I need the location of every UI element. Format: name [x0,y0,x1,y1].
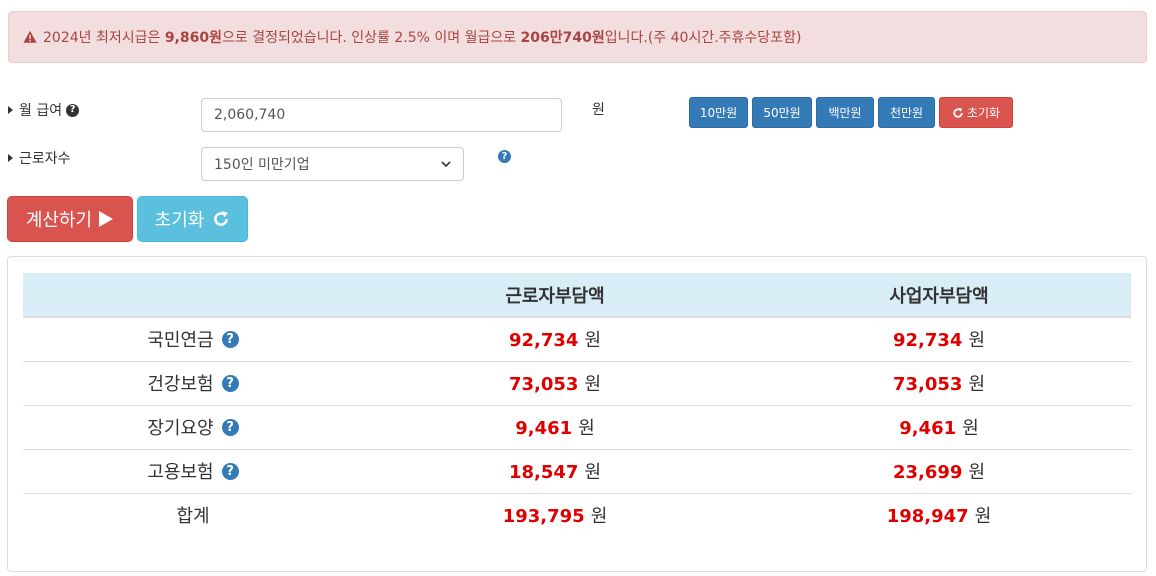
table-row-total: 합계 193,795 원 198,947 원 [23,492,1131,537]
refresh-icon [953,107,963,118]
unit-won: 원 [968,330,986,352]
worker-amount: 92,734 [508,330,579,352]
employer-amount-cell: 92,734 원 [747,317,1131,361]
reset-button[interactable]: 초기화 [137,196,248,242]
row-label-cell: 고용보험? [23,448,363,493]
employer-amount: 73,053 [892,374,963,395]
worker-amount-cell: 9,461 원 [363,404,747,449]
unit-won: 원 [584,330,602,352]
employer-total-amount: 198,947 [886,506,969,528]
reset-label: 초기화 [154,210,205,231]
worker-amount: 73,053 [508,374,579,395]
header-worker: 근로자부담액 [363,273,747,318]
question-circle-icon[interactable]: ? [221,374,239,392]
header-blank [23,273,363,318]
unit-won: 원 [962,418,979,439]
caret-right-icon [8,154,13,162]
unit-won: 원 [584,374,602,395]
employer-amount-cell: 73,053 원 [747,360,1131,405]
notice-text: 2024년 최저시급은 9,860원으로 결정되었습니다. 인상률 2.5% 이… [43,27,801,47]
unit-won: 원 [578,418,595,439]
notice-min-hourly: 9,860원 [164,30,222,46]
chevron-down-icon [441,161,451,168]
add-500k-button[interactable]: 50만원 [752,97,812,128]
table-row: 국민연금? 92,734 원 92,734 원 [23,317,1131,361]
employee-label-row: 근로자수 [8,148,71,168]
unit-won: 원 [968,374,986,395]
employee-count-select[interactable]: 150인 미만기업 [201,147,464,181]
worker-amount-cell: 18,547 원 [363,448,747,493]
row-label-cell: 건강보험? [23,360,363,405]
salary-reset-button[interactable]: 초기화 [939,97,1013,128]
minimum-wage-notice: 2024년 최저시급은 9,860원으로 결정되었습니다. 인상률 2.5% 이… [8,11,1147,63]
add-1m-button[interactable]: 백만원 [816,97,874,128]
row-label: 고용보험 [147,462,214,483]
employer-amount-cell: 9,461 원 [747,404,1131,449]
worker-total-amount: 193,795 [502,506,585,528]
salary-unit: 원 [592,102,605,118]
salary-input[interactable] [201,98,562,132]
employee-selected-value: 150인 미만기업 [214,157,310,173]
salary-reset-label: 초기화 [966,106,1001,120]
worker-amount: 9,461 [515,418,573,439]
table-row: 고용보험? 18,547 원 23,699 원 [23,448,1131,493]
row-label: 장기요양 [147,418,214,439]
unit-won: 원 [974,506,992,528]
calculate-button[interactable]: 계산하기 [7,196,133,242]
caret-right-icon [8,106,13,114]
refresh-icon [214,211,229,226]
unit-won: 원 [590,506,608,528]
salary-label-row: 월 급여 ? [8,100,80,120]
question-circle-icon[interactable]: ? [66,103,80,117]
worker-amount-cell: 92,734 원 [363,317,747,361]
worker-amount-cell: 73,053 원 [363,360,747,405]
warning-triangle-icon [23,30,37,43]
row-label-cell: 국민연금? [23,317,363,361]
play-icon [99,211,114,227]
unit-won: 원 [968,462,986,483]
table-row: 장기요양? 9,461 원 9,461 원 [23,404,1131,449]
worker-amount-cell: 193,795 원 [363,492,747,537]
question-circle-icon[interactable]: ? [221,462,239,480]
calculate-label: 계산하기 [25,210,93,231]
row-label-cell: 장기요양? [23,404,363,449]
worker-amount: 18,547 [508,462,579,483]
table-row: 건강보험? 73,053 원 73,053 원 [23,360,1131,405]
add-10m-button[interactable]: 천만원 [878,97,935,128]
employee-help-icon[interactable]: ? [498,150,511,163]
employer-amount-cell: 23,699 원 [747,448,1131,493]
header-employer: 사업자부담액 [747,273,1131,318]
row-label: 국민연금 [147,330,214,352]
notice-part: 2024년 최저시급은 [43,30,165,46]
question-circle-icon[interactable]: ? [221,418,239,436]
employer-amount: 9,461 [899,418,957,439]
unit-won: 원 [584,462,602,483]
question-circle-icon[interactable]: ? [221,330,239,348]
add-100k-button[interactable]: 10만원 [689,97,748,128]
row-label-cell: 합계 [23,492,363,537]
notice-part: 입니다.(주 40시간.주휴수당포함) [604,30,802,46]
table-header-row: 근로자부담액 사업자부담액 [23,273,1131,318]
employer-amount: 23,699 [892,462,963,483]
employee-label: 근로자수 [19,151,71,167]
row-label: 건강보험 [147,374,214,395]
notice-monthly: 206만740원 [520,30,605,46]
total-label: 합계 [176,506,210,528]
employer-amount: 92,734 [892,330,963,352]
result-panel: 근로자부담액 사업자부담액 국민연금? 92,734 원 92,734 원 건강보험… [7,256,1147,572]
insurance-result-table: 근로자부담액 사업자부담액 국민연금? 92,734 원 92,734 원 건강보험… [23,273,1131,537]
employer-amount-cell: 198,947 원 [747,492,1131,537]
salary-label: 월 급여 [19,103,63,119]
notice-part: 으로 결정되었습니다. 인상률 2.5% 이며 월급으로 [221,30,521,46]
